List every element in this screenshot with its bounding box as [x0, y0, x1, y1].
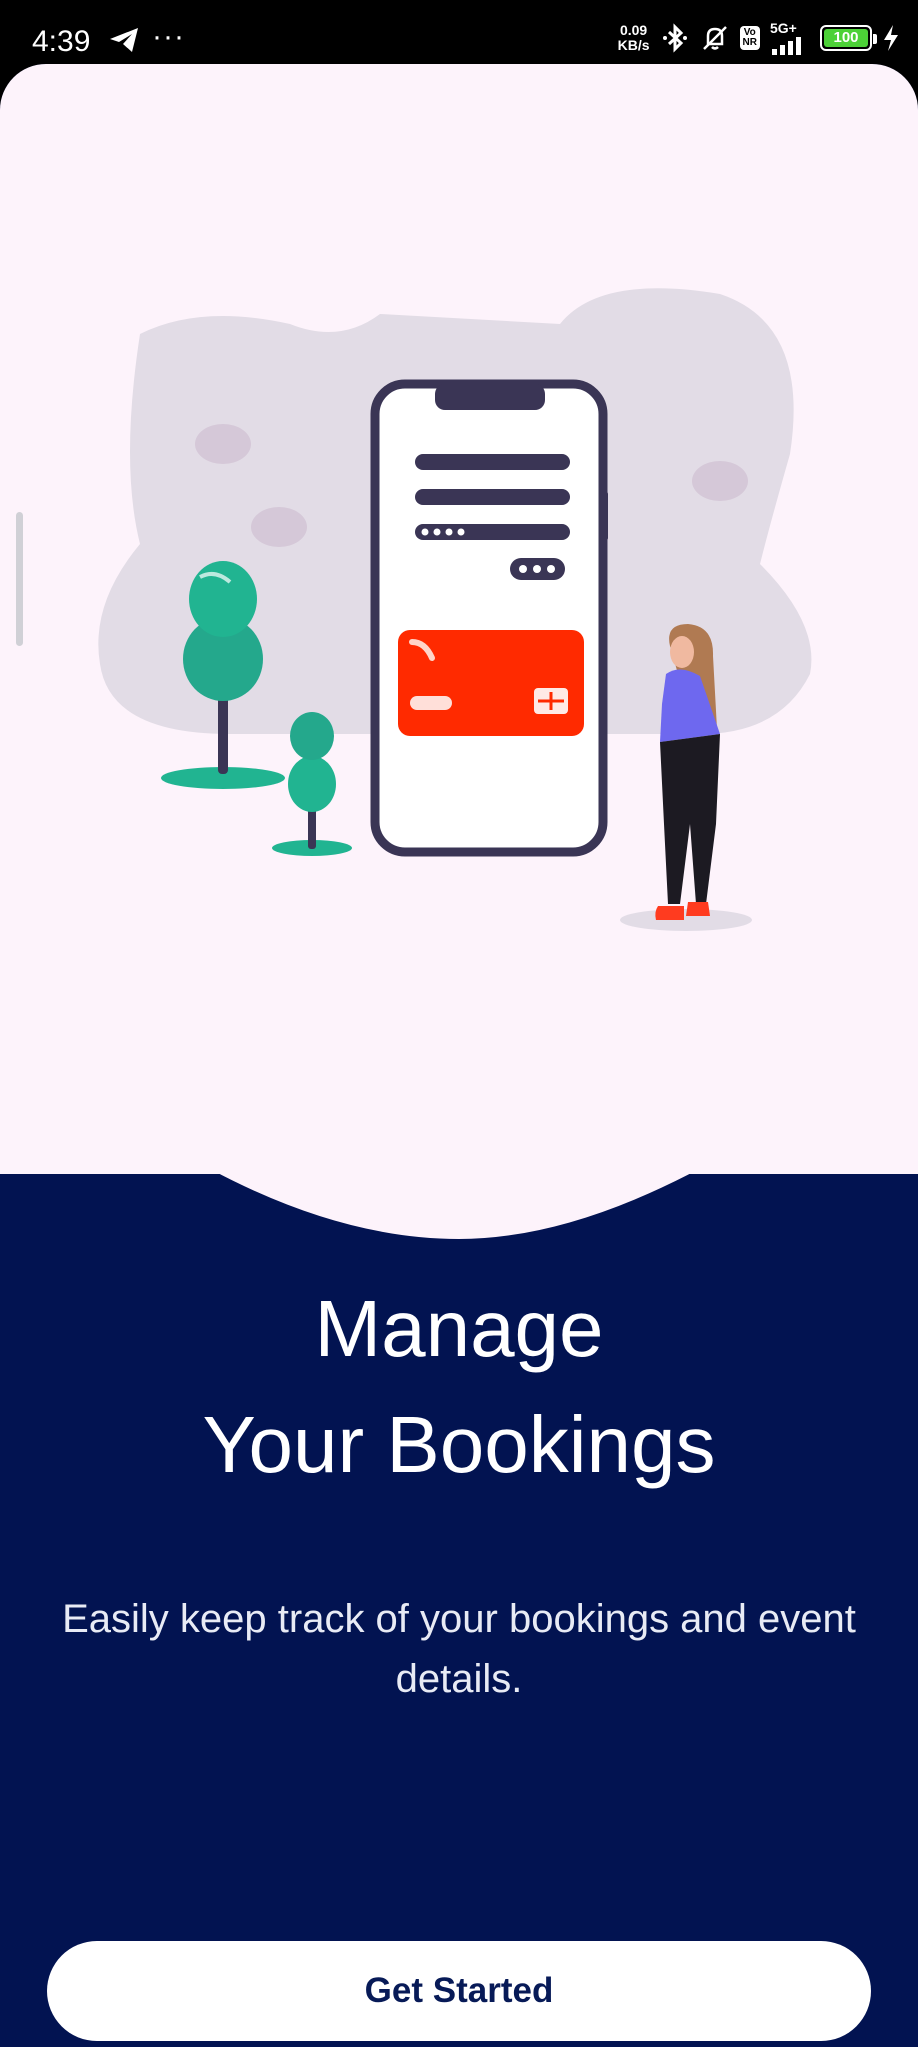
blob-dot	[251, 507, 307, 547]
battery-level: 100	[833, 29, 859, 46]
booking-illustration	[98, 288, 812, 931]
person-shadow	[620, 909, 752, 931]
tree-crown	[288, 756, 336, 812]
vonr-badge: Vo NR	[739, 26, 760, 50]
speed-unit: KB/s	[617, 37, 650, 53]
hero-curve	[0, 1019, 918, 1239]
blob-dot	[195, 424, 251, 464]
status-bar: 4:39 ··· 0.09 KB/s Vo NR 5G+ 100	[0, 0, 918, 72]
battery-icon: 100	[820, 25, 877, 51]
vonr-bottom: NR	[742, 37, 757, 48]
signal-icon	[772, 37, 801, 55]
status-time: 4:39	[32, 25, 91, 58]
phone-notch	[435, 384, 545, 410]
form-line	[415, 454, 570, 470]
charging-icon	[884, 25, 898, 51]
network-type: 5G+	[770, 20, 797, 36]
edge-scroll-handle[interactable]	[16, 512, 23, 646]
more-notifications-icon: ···	[152, 20, 185, 53]
telegram-icon	[110, 28, 138, 52]
network-group: 5G+	[770, 21, 810, 55]
tree-crown	[290, 712, 334, 760]
speed-value: 0.09	[619, 22, 648, 38]
page-title: Manage Your Bookings	[0, 1271, 918, 1503]
form-line	[415, 489, 570, 505]
title-line-2: Your Bookings	[202, 1400, 716, 1489]
onboarding-screen: Manage Your Bookings Easily keep track o…	[0, 64, 918, 2047]
title-line-1: Manage	[314, 1284, 604, 1373]
page-subtitle: Easily keep track of your bookings and e…	[62, 1597, 856, 1701]
get-started-button[interactable]: Get Started	[47, 1941, 871, 2041]
battery-cap	[873, 34, 877, 44]
bluetooth-icon	[662, 23, 687, 53]
person-shoes	[655, 906, 684, 920]
tree-crown	[189, 561, 257, 637]
person-head	[670, 636, 694, 668]
muted-bell-icon	[702, 26, 727, 50]
blob-dot	[692, 461, 748, 501]
person-legs	[660, 734, 720, 904]
status-right-group: 0.09 KB/s Vo NR 5G+ 100	[618, 18, 900, 58]
network-speed: 0.09 KB/s	[618, 23, 650, 53]
